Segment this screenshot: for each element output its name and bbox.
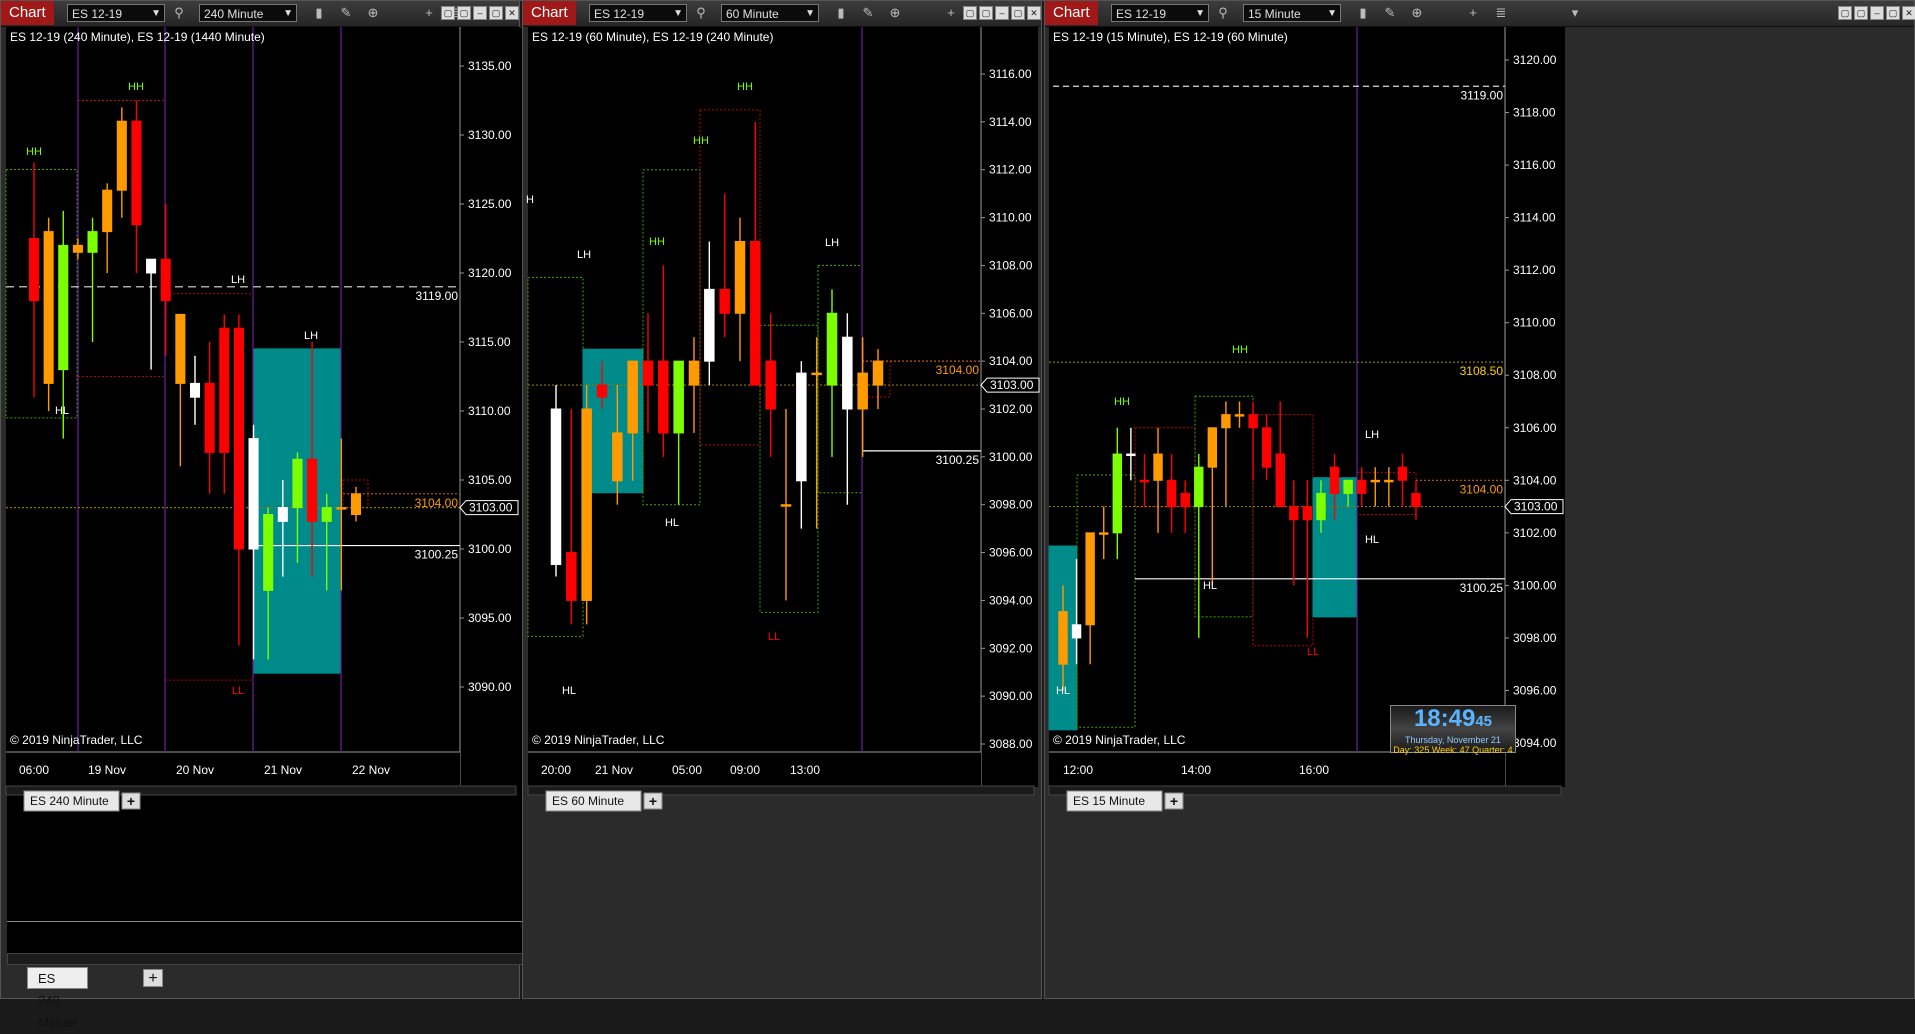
clock-date: Thursday, November 21 [1405,735,1501,745]
instrument-value: ES 12-19 [1116,7,1167,21]
chevron-down-icon: ▼ [283,8,293,19]
close-button[interactable]: ✕ [1902,6,1915,20]
search-icon[interactable]: ⚲ [693,5,709,21]
toolbar: Chart ES 12-19▼ ⚲ 240 Minute▼ ▮ ✎ ⊕ + ≣ … [1,1,534,27]
period-select[interactable]: 60 Minute ▼ [721,4,819,22]
bar-type-icon[interactable]: ▮ [833,5,849,21]
window-link-button[interactable]: ▢ [1838,6,1852,20]
maximize-button[interactable]: ▢ [489,6,503,20]
close-button[interactable]: ✕ [1027,6,1041,20]
bar-type-icon[interactable]: ▮ [1355,5,1371,21]
chart-window-60: Chart ES 12-19 ▼ ⚲ 60 Minute ▼ ▮ ✎ ⊕ + ▢ ▢… [522,0,1042,999]
minimize-button[interactable]: – [473,6,487,20]
chevron-down-icon: ▼ [1195,8,1205,19]
instrument-value: ES 12-19 [594,7,645,21]
maximize-button[interactable]: ▢ [1011,6,1025,20]
window-link-button[interactable]: ▢ [963,6,977,20]
crosshair-icon[interactable]: + [943,5,959,21]
instrument-select[interactable]: ES 12-19 ▼ [589,4,687,22]
period-value: 240 Minute [204,7,264,21]
period-select[interactable]: 240 Minute ▼ [199,4,297,22]
close-button[interactable]: ✕ [505,6,519,20]
zoom-icon[interactable]: ⊕ [887,5,903,21]
instrument-value: ES 12-19 [72,7,123,21]
toolbar: Chart ES 12-19 ▼ ⚲ 60 Minute ▼ ▮ ✎ ⊕ + ▢ ▢… [523,1,1041,27]
chart-menu-button[interactable]: Chart [1045,1,1098,25]
chart-window-15: Chart ES 12-19 ▼ ⚲ 15 Minute ▼ ▮ ✎ ⊕ + ≣ ▾… [1044,0,1915,999]
crosshair-icon[interactable]: + [1465,5,1481,21]
period-value: 15 Minute [1248,7,1301,21]
search-icon[interactable]: ⚲ [171,5,187,21]
window-pin-button[interactable]: ▢ [457,6,471,20]
window-link-button[interactable]: ▢ [441,6,455,20]
tab-es-240[interactable]: ES 240 Minute [27,967,89,1030]
draw-pencil-icon[interactable]: ✎ [1382,5,1398,21]
minimize-button[interactable]: – [1870,6,1884,20]
chart-menu-button[interactable]: Chart [1,1,54,25]
price-panel[interactable] [7,28,564,921]
chart-window-240: Chart ES 12-19▼ ⚲ 240 Minute▼ ▮ ✎ ⊕ + ≣ … [0,0,630,1030]
period-select[interactable]: 15 Minute ▼ [1243,4,1341,22]
crosshair-icon[interactable]: + [421,5,437,21]
zoom-icon[interactable]: ⊕ [365,5,381,21]
add-tab-button[interactable]: + [143,969,163,987]
clock-stats: Day: 325 Week: 47 Quarter: 4 [1393,745,1513,755]
chevron-down-icon: ▼ [805,8,815,19]
chart-menu-button[interactable]: Chart [523,1,576,25]
window-pin-button[interactable]: ▢ [979,6,993,20]
minimize-button[interactable]: – [995,6,1009,20]
instrument-select[interactable]: ES 12-19 ▼ [67,4,165,22]
instrument-select[interactable]: ES 12-19 ▼ [1111,4,1209,22]
zoom-icon[interactable]: ⊕ [1409,5,1425,21]
chevron-down-icon: ▼ [673,8,683,19]
draw-pencil-icon[interactable]: ✎ [860,5,876,21]
period-value: 60 Minute [726,7,779,21]
chevron-down-icon: ▼ [151,8,161,19]
draw-pencil-icon[interactable]: ✎ [338,5,354,21]
properties-icon[interactable]: ≣ [1493,5,1509,21]
bar-type-icon[interactable]: ▮ [311,5,327,21]
dropdown-icon[interactable]: ▾ [1567,5,1583,21]
clock-widget: 18:4945 Thursday, November 21 Day: 325 Wee… [1390,705,1516,755]
chevron-down-icon: ▼ [1327,8,1337,19]
toolbar: Chart ES 12-19 ▼ ⚲ 15 Minute ▼ ▮ ✎ ⊕ + ≣ ▾… [1045,1,1915,27]
search-icon[interactable]: ⚲ [1215,5,1231,21]
clock-time: 18:4945 [1413,705,1493,732]
window-pin-button[interactable]: ▢ [1854,6,1868,20]
time-axis[interactable] [7,921,564,953]
maximize-button[interactable]: ▢ [1886,6,1900,20]
